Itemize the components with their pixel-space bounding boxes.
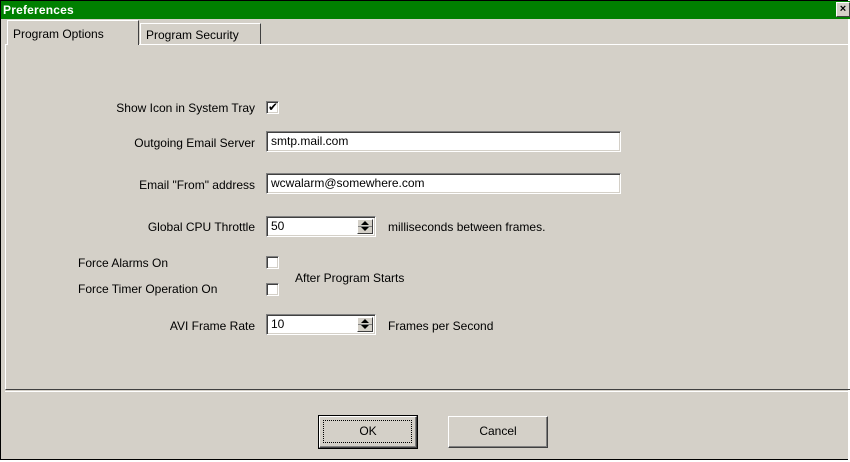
email-from-input[interactable]: wcwalarm@somewhere.com — [266, 173, 621, 194]
cpu-throttle-spinner[interactable]: 50 — [266, 216, 376, 237]
show-icon-label: Show Icon in System Tray — [116, 101, 255, 115]
preferences-window: Preferences × Program Options Program Se… — [0, 0, 850, 460]
spin-buttons[interactable] — [357, 317, 373, 332]
force-timer-checkbox[interactable] — [266, 283, 279, 296]
cancel-button[interactable]: Cancel — [448, 416, 548, 448]
close-icon: × — [839, 3, 847, 15]
spin-down-icon[interactable] — [361, 325, 369, 329]
cpu-throttle-suffix: milliseconds between frames. — [388, 220, 546, 234]
cancel-button-label: Cancel — [479, 424, 517, 438]
tab-program-security[interactable]: Program Security — [140, 23, 261, 45]
spin-buttons[interactable] — [357, 219, 373, 234]
avi-rate-value[interactable]: 10 — [271, 317, 284, 331]
spin-down-icon[interactable] — [361, 227, 369, 231]
cpu-throttle-label: Global CPU Throttle — [147, 220, 255, 234]
email-server-input[interactable]: smtp.mail.com — [266, 131, 621, 152]
force-timer-label: Force Timer Operation On — [78, 282, 218, 296]
checkmark-icon: ✔ — [268, 100, 279, 114]
ok-button-label: OK — [359, 424, 377, 438]
email-server-label: Outgoing Email Server — [134, 136, 255, 150]
force-alarms-checkbox[interactable] — [266, 256, 279, 269]
title-bar[interactable]: Preferences × — [1, 1, 850, 19]
email-from-label: Email "From" address — [139, 178, 255, 192]
spin-up-icon[interactable] — [361, 319, 369, 323]
spin-up-icon[interactable] — [361, 221, 369, 225]
avi-rate-label: AVI Frame Rate — [169, 319, 255, 333]
close-button[interactable]: × — [836, 2, 850, 17]
after-start-label: After Program Starts — [295, 271, 405, 285]
separator — [5, 391, 850, 392]
ok-button[interactable]: OK — [318, 415, 418, 449]
cpu-throttle-value[interactable]: 50 — [271, 219, 284, 233]
options-panel — [5, 44, 850, 390]
avi-rate-suffix: Frames per Second — [388, 319, 494, 333]
window-title: Preferences — [3, 3, 74, 17]
tab-program-options[interactable]: Program Options — [7, 20, 139, 45]
force-alarms-label: Force Alarms On — [78, 256, 169, 270]
avi-rate-spinner[interactable]: 10 — [266, 314, 376, 335]
show-icon-checkbox[interactable]: ✔ — [266, 100, 279, 114]
